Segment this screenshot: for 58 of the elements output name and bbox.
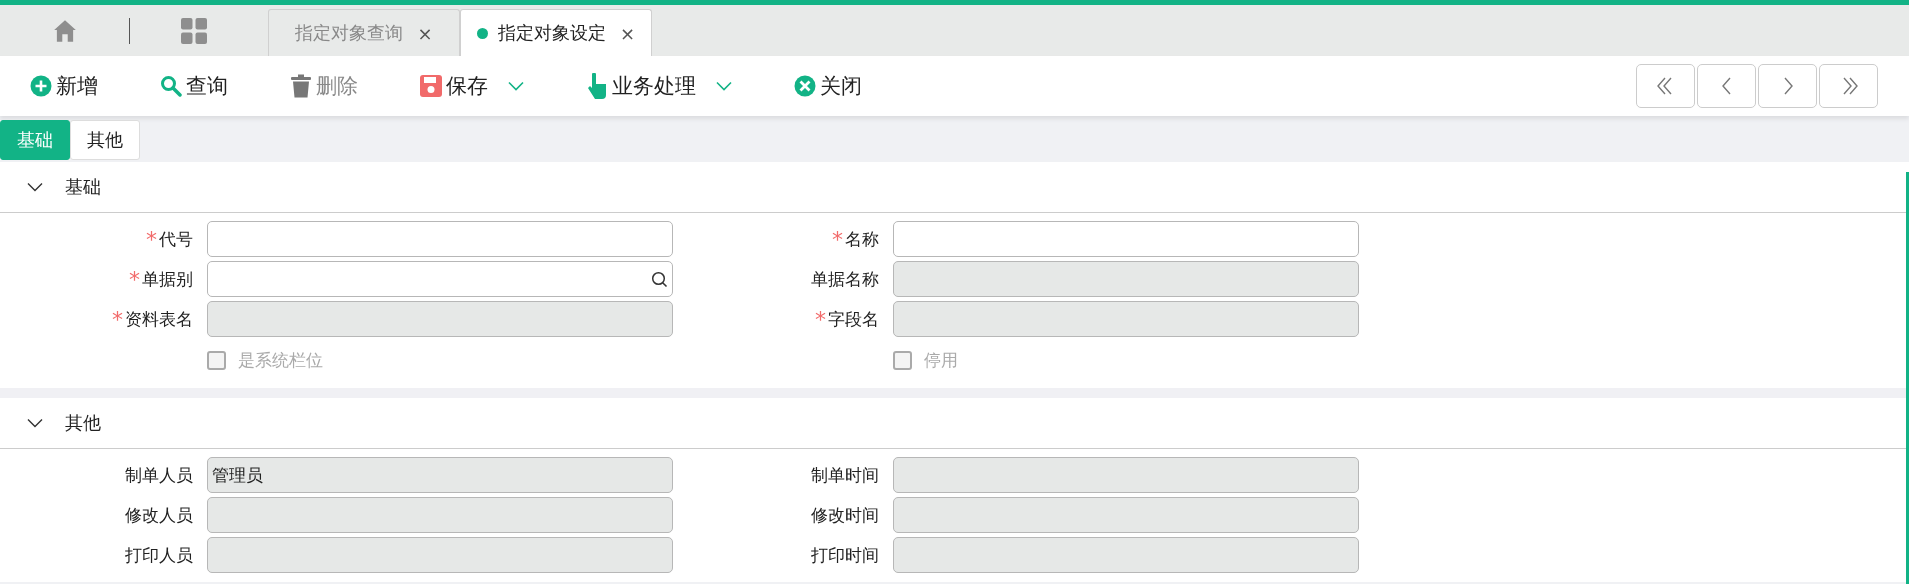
search-icon[interactable]	[651, 270, 668, 288]
field-label: 名称	[845, 227, 879, 251]
required-mark: *	[129, 266, 140, 292]
grid-icon[interactable]	[181, 17, 207, 44]
input-field[interactable]: 管理员	[207, 457, 673, 493]
input-field[interactable]	[207, 221, 673, 257]
field-label: 制单人员	[125, 463, 193, 487]
caret-icon[interactable]	[508, 81, 524, 91]
field-label: 单据名称	[811, 267, 879, 291]
input-field[interactable]	[893, 497, 1359, 533]
field-label: 修改人员	[125, 503, 193, 527]
toolbar-button[interactable]: 查询	[160, 66, 228, 106]
input-field[interactable]	[207, 301, 673, 337]
field-label: 资料表名	[125, 307, 193, 331]
field-label: 单据别	[142, 267, 193, 291]
field-label: 代号	[159, 227, 193, 251]
plus-icon	[30, 75, 52, 97]
previous-page-button[interactable]	[1697, 64, 1756, 108]
chevron-icon[interactable]	[27, 182, 43, 192]
required-mark: *	[146, 226, 157, 252]
next-page-button[interactable]	[1758, 64, 1817, 108]
required-mark: *	[815, 306, 826, 332]
search-icon	[160, 75, 182, 97]
toolbar-button[interactable]: 保存	[420, 66, 524, 106]
close-icon	[794, 75, 816, 97]
page-tab[interactable]: 指定对象查询 ×	[268, 9, 460, 56]
chevron-icon[interactable]	[27, 418, 43, 428]
checkbox-label: 是系统栏位	[238, 348, 323, 372]
toolbar-button[interactable]: 新增	[30, 66, 98, 106]
last-page-button[interactable]	[1819, 64, 1878, 108]
toolbar-button[interactable]: 关闭	[794, 66, 862, 106]
scrollbar[interactable]	[1906, 172, 1909, 584]
required-mark: *	[112, 306, 123, 332]
input-field[interactable]	[893, 537, 1359, 573]
field-label: 字段名	[828, 307, 879, 331]
field-label: 打印人员	[125, 543, 193, 567]
input-field[interactable]	[893, 221, 1359, 257]
input-field[interactable]	[893, 301, 1359, 337]
section-title: 基础	[65, 175, 101, 199]
input-field[interactable]	[207, 497, 673, 533]
input-field[interactable]	[893, 261, 1359, 297]
trash-icon	[290, 74, 312, 98]
caret-icon[interactable]	[716, 81, 732, 91]
input-field[interactable]	[207, 537, 673, 573]
required-mark: *	[832, 226, 843, 252]
page-tab[interactable]: 指定对象设定 ×	[460, 9, 652, 56]
first-page-button[interactable]	[1636, 64, 1695, 108]
input-field[interactable]	[207, 261, 673, 297]
form-tab[interactable]: 其他	[70, 120, 140, 160]
section-title: 其他	[65, 411, 101, 435]
checkbox-label: 停用	[924, 348, 958, 372]
input-field[interactable]	[893, 457, 1359, 493]
pointing-hand-icon	[586, 73, 608, 99]
toolbar-button[interactable]: 业务处理	[586, 66, 732, 106]
field-label: 制单时间	[811, 463, 879, 487]
field-label: 打印时间	[811, 543, 879, 567]
field-label: 修改时间	[811, 503, 879, 527]
save-icon	[420, 75, 442, 97]
